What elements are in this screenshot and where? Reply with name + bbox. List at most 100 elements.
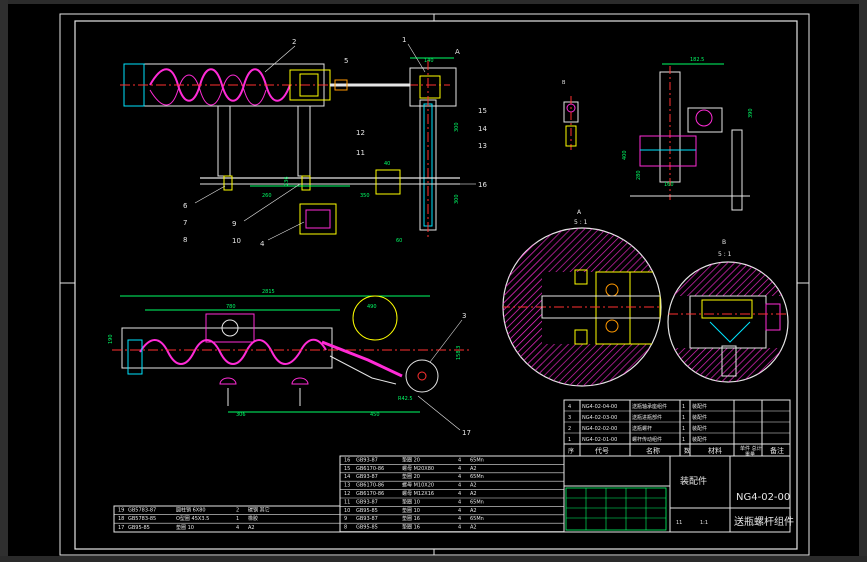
- bom-left-row: 18 GB5783-85 O型圈 45X3.5 1 橡胶: [114, 515, 340, 524]
- bom-left-material: 橡胶: [248, 515, 258, 522]
- bom-lower-code: GB93-87: [356, 457, 378, 463]
- bom-lower-seq: 15: [344, 466, 350, 472]
- bom-header-weight-unit: 单件 总计: [740, 445, 762, 452]
- drawing-number: NG4-02-00: [736, 492, 790, 503]
- bom-lower-qty: 4: [458, 466, 461, 472]
- bom-lower-qty: 4: [458, 483, 461, 489]
- bom-lower-seq: 14: [344, 474, 350, 480]
- bom-lower-material: A2: [470, 508, 477, 514]
- bom-upper-code: NG4-02-01-00: [582, 437, 617, 443]
- balloon-11: 11: [356, 149, 365, 157]
- bom-lower-name: 垫圈 20: [402, 456, 420, 463]
- balloon-3: 3: [462, 312, 466, 320]
- bom-lower-code: GB6170-86: [356, 491, 384, 497]
- bom-lower-code: GB93-87: [356, 499, 378, 505]
- detail-b-bearing: [701, 299, 753, 319]
- bom-lower-qty: 4: [458, 499, 461, 505]
- bom-upper-material: 装配件: [692, 414, 707, 421]
- bom-lower-row: 15 GB6170-86 螺母 M20X80 4 A2: [340, 465, 564, 474]
- dim-160: 160: [664, 182, 674, 188]
- dim-60: 60: [396, 238, 402, 244]
- bom-upper-row: 3 NG4-02-03-00 送瓶进瓶部件 1 装配件: [564, 414, 790, 423]
- detail-b-wedge: [709, 321, 751, 343]
- detail-b-letter: B: [722, 239, 726, 246]
- detail-a-hatch-bottom: [542, 344, 661, 386]
- bom-upper-code: NG4-02-04-00: [582, 404, 617, 410]
- bom-lower-material: 65Mn: [470, 457, 484, 463]
- dim-140: 140: [424, 58, 434, 64]
- balloon-16: 16: [478, 181, 487, 189]
- dim-450: 450: [370, 412, 380, 418]
- bearing-seat-inner: [305, 209, 331, 229]
- right-gearbox: [687, 107, 723, 133]
- bom-lower-qty: 4: [458, 474, 461, 480]
- cad-drawing-viewport[interactable]: 260 350 140 300 300 40 60 236 2 1 5 A 15…: [0, 0, 867, 562]
- bom-lower-material: A2: [470, 491, 477, 497]
- dim-400: 400: [622, 150, 628, 160]
- bom-lower-seq: 13: [344, 483, 350, 489]
- bom-lower-seq: 9: [344, 516, 347, 522]
- detail-a: A 5 : 1: [502, 209, 662, 387]
- assembly-drawing: 260 350 140 300 300 40 60 236 2 1 5 A 15…: [59, 13, 810, 556]
- bom-lower-material: 65Mn: [470, 474, 484, 480]
- bom-lower-qty: 4: [458, 516, 461, 522]
- dim-190: 190: [108, 334, 114, 344]
- balloon-13: 13: [478, 142, 487, 150]
- bom-lower-name: 垫圈 10: [402, 498, 420, 505]
- bom-lower-code: GB6170-86: [356, 466, 384, 472]
- bom-upper-row: 1 NG4-02-01-00 螺杆传动组件 1 装配件: [564, 436, 790, 445]
- bom-header-qty: 数: [684, 447, 690, 455]
- balloon-4: 4: [260, 240, 265, 248]
- bom-left-row: 19 GB5783-87 圆柱销 6X80 2 碳钢 其它: [114, 507, 340, 515]
- bom-lower-qty: 4: [458, 491, 461, 497]
- balloon-5: 5: [344, 57, 348, 65]
- balloon-7: 7: [183, 219, 187, 227]
- detail-b: B 5 : 1: [667, 239, 789, 383]
- bom-lower-name: 垫圈 10: [402, 507, 420, 514]
- bom-lower-qty: 4: [458, 508, 461, 514]
- bom-upper-material: 装配件: [692, 436, 707, 443]
- balloon-12: 12: [356, 129, 365, 137]
- right-gear: [695, 109, 713, 127]
- bom-upper-qty: 1: [682, 415, 685, 421]
- bom-upper-seq: 4: [568, 404, 571, 410]
- sheet-number: 11: [676, 520, 682, 526]
- bom-lower-row: 11 GB93-87 垫圈 10 4 65Mn: [340, 498, 564, 507]
- drawing-name: 送瓶螺杆组件: [734, 515, 794, 528]
- bom-lower-name: 螺母 M12X16: [402, 490, 434, 497]
- bom-left-code: GB5783-87: [128, 508, 156, 514]
- bracket-plate: [375, 169, 401, 195]
- bom-lower-material: A2: [470, 466, 477, 472]
- side-view-small: B: [562, 80, 579, 150]
- bom-upper-name: 送瓶进瓶部件: [632, 414, 662, 421]
- bom-header-note: 备注: [770, 446, 784, 455]
- screw-thread-lower: [149, 74, 267, 106]
- support-leg-right: [297, 105, 311, 177]
- plan-foot-left: [219, 377, 237, 385]
- bom-lower-row: 9 GB93-87 垫圈 16 4 65Mn: [340, 515, 564, 524]
- bom-left-seq: 19: [118, 508, 124, 514]
- dim-390: 390: [748, 108, 754, 118]
- bom-lower-code: GB6170-86: [356, 483, 384, 489]
- bom-lower-name: 垫圈 20: [402, 473, 420, 480]
- plan-view: 2815 780 490 306 450 R42.5 190 158.3: [108, 289, 470, 418]
- plan-screw-thread: [139, 338, 327, 365]
- balloon-a-letter: A: [455, 48, 460, 56]
- front-view: 260 350 140 300 300 40 60 236: [120, 57, 460, 244]
- detail-a-ratio: 5 : 1: [574, 219, 588, 226]
- dim-r42-5: R42.5: [398, 396, 413, 402]
- bom-left-name: 垫圈 10: [176, 524, 194, 531]
- dim-490: 490: [367, 304, 377, 310]
- bom-header-seq: 序: [568, 447, 574, 455]
- plan-end-cap: [127, 339, 143, 375]
- side-view-right: 182.5 390 400 280 160: [622, 57, 754, 211]
- dim-350: 350: [360, 193, 370, 199]
- bearing-seat: [299, 203, 337, 235]
- bom-lower-seq: 16: [344, 457, 350, 463]
- plan-roller-hub: [417, 371, 427, 381]
- right-leg: [731, 129, 743, 211]
- bom-lower-code: GB95-85: [356, 525, 378, 531]
- bom-lower-name: 螺母 M20X80: [402, 465, 434, 472]
- support-leg-left: [217, 105, 231, 177]
- bom-lower-qty: 4: [458, 457, 461, 463]
